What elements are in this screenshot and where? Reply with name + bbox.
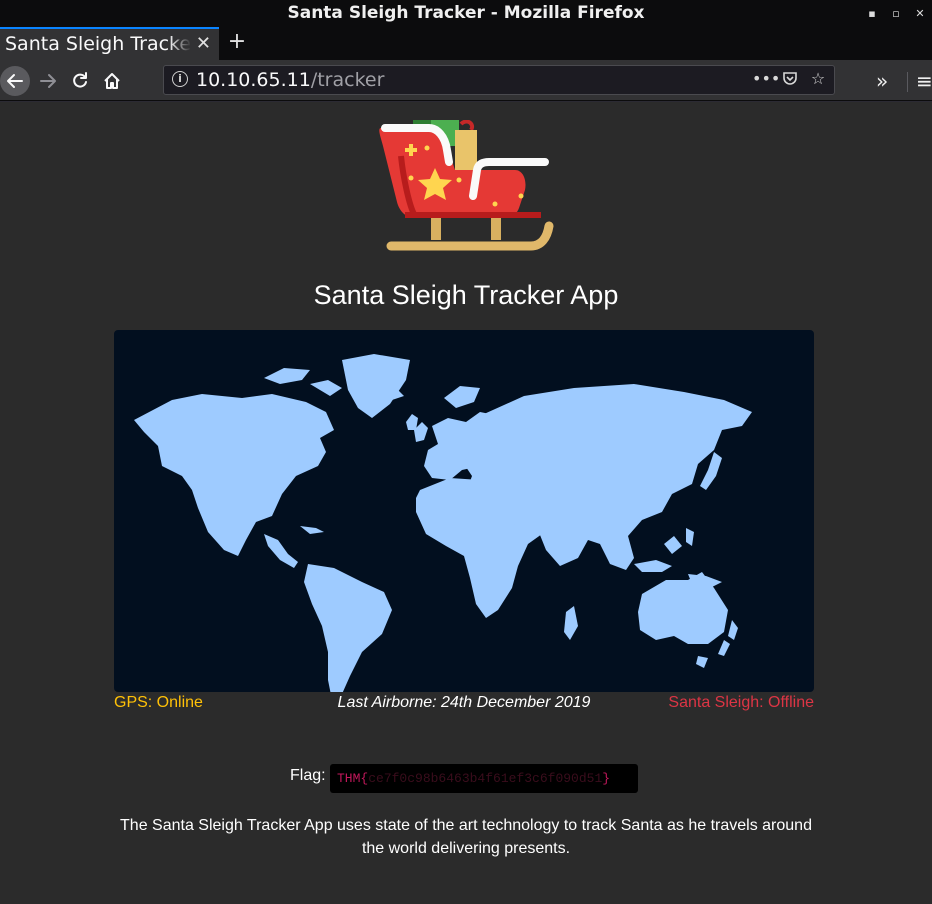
window-title: Santa Sleigh Tracker - Mozilla Firefox	[287, 3, 645, 23]
home-icon	[104, 73, 120, 89]
overflow-menu-icon[interactable]: »	[876, 66, 888, 96]
window-titlebar: Santa Sleigh Tracker - Mozilla Firefox ▪…	[0, 0, 932, 27]
toolbar-divider	[907, 72, 908, 92]
pocket-icon[interactable]	[780, 69, 800, 91]
forward-button[interactable]	[33, 66, 63, 96]
flag-redacted: ce7f0c98b6463b4f61ef3c6f090d51	[368, 771, 603, 786]
maximize-icon[interactable]: ▫	[884, 0, 908, 27]
forward-arrow-icon	[40, 74, 56, 88]
close-window-icon[interactable]: ✕	[908, 0, 932, 27]
url-bar[interactable]: i 10.10.65.11/tracker ••• ☆	[163, 65, 835, 95]
world-map-graphic	[134, 354, 752, 692]
reload-button[interactable]	[65, 66, 95, 96]
reload-icon	[73, 72, 87, 88]
page-content: Santa Sleigh Tracker App GPS: Online Las…	[0, 102, 932, 904]
minimize-icon[interactable]: ▪	[860, 0, 884, 27]
tab-santa-sleigh-tracker[interactable]: Santa Sleigh Tracker ✕	[0, 27, 219, 60]
back-button[interactable]	[0, 66, 30, 96]
tab-label: Santa Sleigh Tracker	[5, 33, 191, 55]
page-description: The Santa Sleigh Tracker App uses state …	[120, 817, 812, 857]
flag-suffix: }	[602, 771, 611, 786]
bookmark-star-icon[interactable]: ☆	[808, 69, 828, 91]
hamburger-menu-icon[interactable]: ≡	[916, 66, 932, 96]
url-path: /tracker	[310, 69, 385, 91]
close-tab-icon[interactable]: ✕	[196, 29, 211, 59]
flag-prefix: THM{	[337, 771, 369, 786]
world-map	[114, 330, 814, 692]
home-button[interactable]	[97, 66, 127, 96]
back-arrow-icon	[7, 74, 23, 88]
flag-code: THM{ce7f0c98b6463b4f61ef3c6f090d51}	[330, 764, 638, 793]
navigation-toolbar: i 10.10.65.11/tracker ••• ☆ » ≡	[0, 60, 932, 101]
flag-label: Flag:	[290, 767, 326, 784]
page-title: Santa Sleigh Tracker App	[313, 280, 619, 310]
url-host: 10.10.65.11	[196, 69, 311, 91]
tab-strip: Santa Sleigh Tracker ✕ +	[0, 27, 932, 60]
sleigh-status: Santa Sleigh: Offline	[668, 694, 814, 711]
status-row: GPS: Online Last Airborne: 24th December…	[114, 694, 814, 716]
santa-sleigh-logo	[379, 120, 554, 251]
page-actions-icon[interactable]: •••	[752, 69, 780, 91]
site-info-icon[interactable]: i	[172, 71, 188, 87]
url-text[interactable]: 10.10.65.11/tracker	[196, 69, 384, 91]
new-tab-button[interactable]: +	[227, 27, 247, 60]
